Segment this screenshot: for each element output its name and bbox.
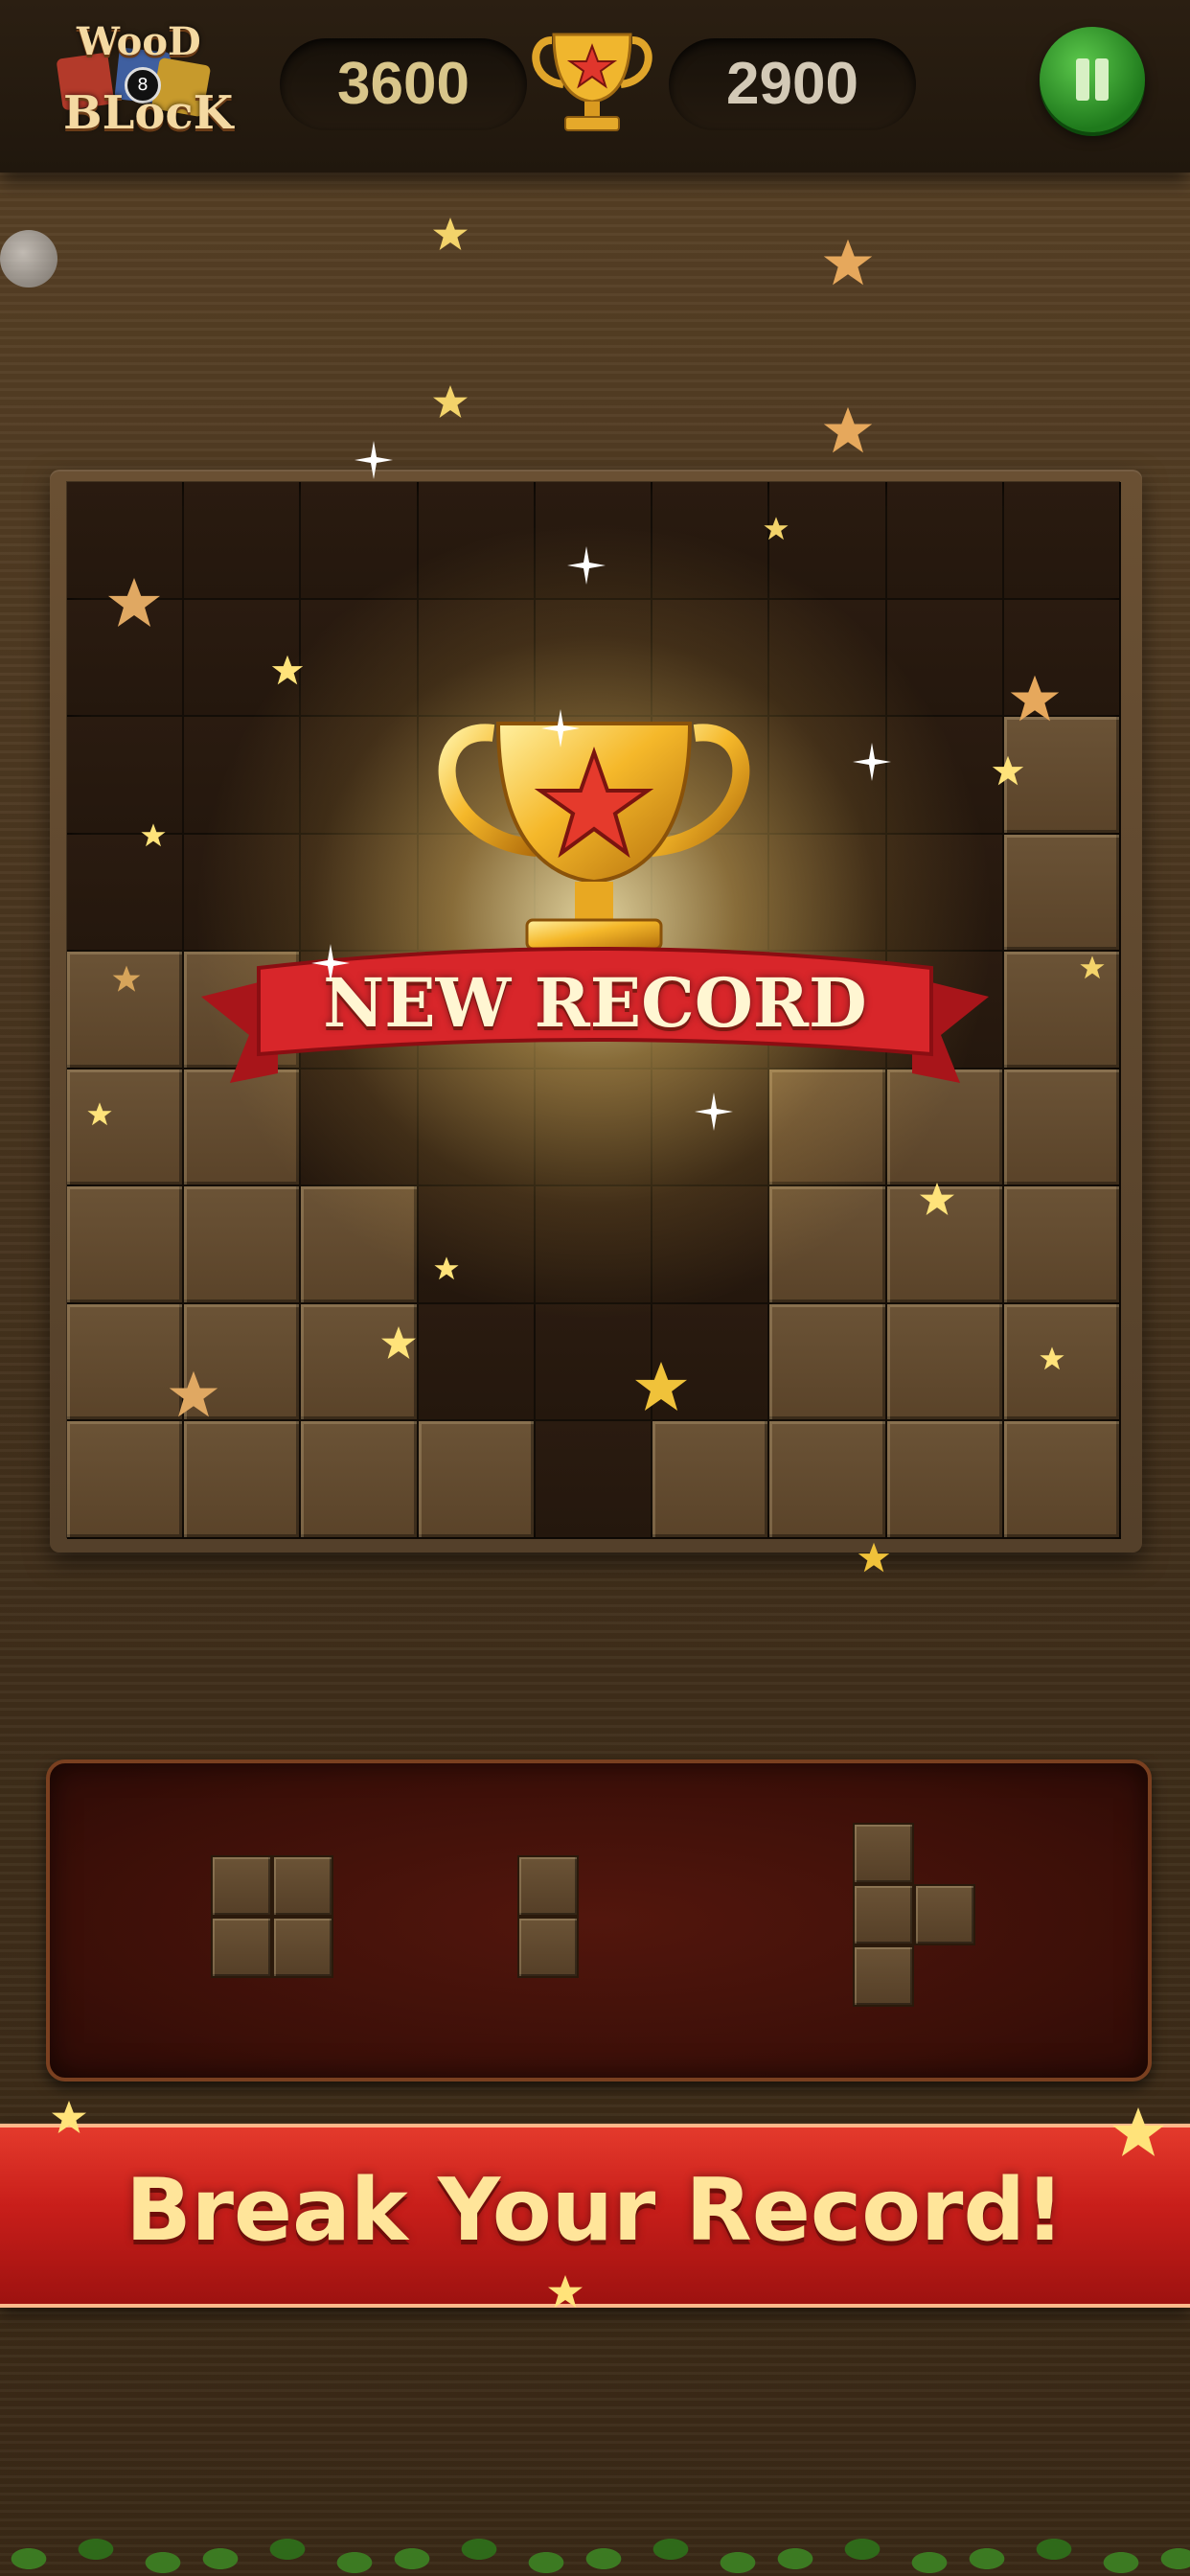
board-cell-filled[interactable] [652,1420,769,1538]
piece-cell [853,1823,914,1884]
board-cell-empty[interactable] [652,1302,769,1421]
board-cell-empty[interactable] [300,716,418,834]
board-cell-filled[interactable] [1002,1420,1120,1538]
best-score: 2900 [669,38,916,130]
board-cell-filled[interactable] [65,1068,184,1186]
board-cell-empty[interactable] [1002,598,1120,717]
board-cell-empty[interactable] [183,481,301,599]
board-cell-empty[interactable] [183,716,301,834]
board-cell-filled[interactable] [65,1302,184,1421]
board-cell-empty[interactable] [652,1185,769,1303]
board-cell-empty[interactable] [885,833,1003,952]
trophy-icon [532,33,652,131]
board-cell-empty[interactable] [652,481,769,599]
board-cell-empty[interactable] [183,598,301,717]
piece-cell [211,1855,272,1917]
star-particle-icon [431,383,469,422]
piece-cell [272,1855,333,1917]
board-cell-filled[interactable] [65,1420,184,1538]
board-cell-filled[interactable] [300,1302,418,1421]
piece-cell [914,1884,975,1945]
board-cell-empty[interactable] [768,833,886,952]
board-cell-empty[interactable] [768,598,886,717]
board-cell-filled[interactable] [1002,1185,1120,1303]
board-cell-filled[interactable] [885,1302,1003,1421]
piece-cell [211,1917,272,1978]
star-particle-icon [821,404,875,458]
board-cell-empty[interactable] [65,833,184,952]
board-cell-empty[interactable] [417,1185,535,1303]
board-cell-empty[interactable] [300,481,418,599]
piece-cell [272,1917,333,1978]
board-cell-empty[interactable] [885,481,1003,599]
star-particle-icon [431,216,469,254]
record-title: NEW RECORD [323,963,867,1043]
board-cell-filled[interactable] [1002,1068,1120,1186]
board-cell-empty[interactable] [417,481,535,599]
board-cell-empty[interactable] [768,481,886,599]
logo-text-wood: WooD [77,19,201,64]
board-cell-filled[interactable] [65,951,184,1069]
board-cell-filled[interactable] [183,1302,301,1421]
game-logo: 8 WooD BLocK [50,17,233,142]
board-cell-filled[interactable] [768,1420,886,1538]
board-cell-empty[interactable] [417,1302,535,1421]
piece-cell [517,1855,579,1917]
pause-icon [1076,58,1089,101]
board-cell-empty[interactable] [1002,481,1120,599]
board-cell-filled[interactable] [417,1420,535,1538]
board-cell-filled[interactable] [885,1420,1003,1538]
side-decoration-ball [0,230,57,288]
board-cell-empty[interactable] [65,481,184,599]
board-cell-empty[interactable] [768,716,886,834]
board-cell-empty[interactable] [65,598,184,717]
leaf-decoration [0,2520,1190,2576]
board-cell-filled[interactable] [183,1185,301,1303]
current-score: 3600 [280,38,527,130]
board-cell-empty[interactable] [885,598,1003,717]
board-cell-filled[interactable] [768,1185,886,1303]
star-particle-icon [821,237,875,290]
piece-cell [853,1884,914,1945]
board-cell-empty[interactable] [183,833,301,952]
board-cell-filled[interactable] [1002,716,1120,834]
board-cell-filled[interactable] [300,1185,418,1303]
board-cell-filled[interactable] [768,1302,886,1421]
pause-button[interactable] [1040,27,1145,132]
board-cell-filled[interactable] [1002,1302,1120,1421]
board-cell-empty[interactable] [65,716,184,834]
board-cell-empty[interactable] [300,598,418,717]
board-cell-filled[interactable] [1002,833,1120,952]
board-cell-filled[interactable] [885,1185,1003,1303]
board-cell-empty[interactable] [534,1302,652,1421]
logo-text-block: BLocK [63,86,234,140]
board-cell-empty[interactable] [534,1185,652,1303]
board-cell-empty[interactable] [885,716,1003,834]
promo-text: Break Your Record! [126,2160,1064,2261]
piece-tray [46,1760,1152,2082]
board-cell-filled[interactable] [1002,951,1120,1069]
board-cell-filled[interactable] [183,1420,301,1538]
board-cell-filled[interactable] [300,1420,418,1538]
piece-cell [517,1917,579,1978]
board-cell-filled[interactable] [65,1185,184,1303]
board-cell-empty[interactable] [300,833,418,952]
board-cell-empty[interactable] [534,481,652,599]
board-cell-empty[interactable] [534,1420,652,1538]
piece-cell [853,1945,914,2007]
